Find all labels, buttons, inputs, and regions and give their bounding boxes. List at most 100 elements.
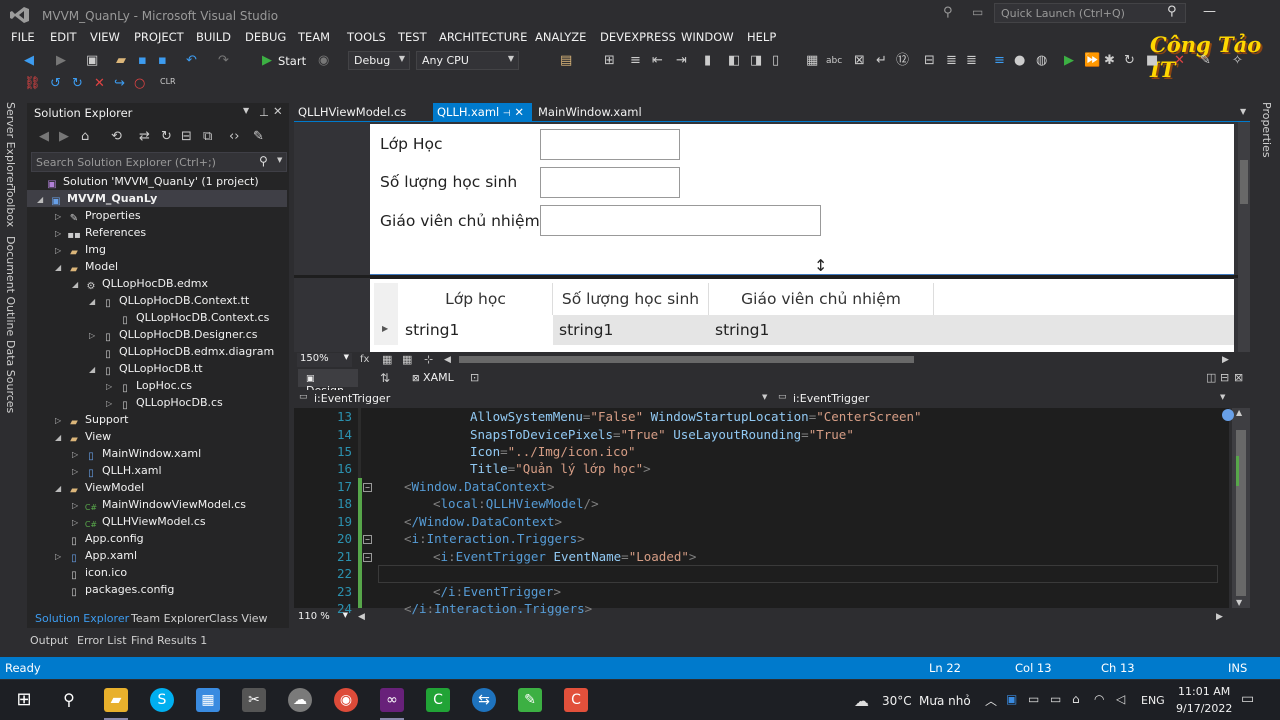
scroll-right-icon[interactable]: ▶ bbox=[1222, 352, 1229, 368]
properties-tab[interactable]: Properties bbox=[1260, 102, 1273, 158]
tools-icon[interactable]: ✎ bbox=[1200, 53, 1211, 69]
nav-left-dropdown[interactable]: i:EventTrigger bbox=[314, 392, 390, 405]
tab-solution-explorer[interactable]: Solution Explorer bbox=[35, 612, 129, 625]
attach-icon[interactable]: ◉ bbox=[318, 53, 329, 69]
menu-tools[interactable]: TOOLS bbox=[347, 30, 386, 44]
code-line[interactable]: <Window.DataContext> bbox=[404, 479, 555, 494]
fx-icon[interactable]: fx bbox=[360, 352, 369, 368]
nav-right-dropdown[interactable]: i:EventTrigger bbox=[793, 392, 869, 405]
code-line[interactable]: AllowSystemMenu="False" WindowStartupLoc… bbox=[470, 409, 922, 424]
tray-icon[interactable]: ▭ bbox=[1028, 692, 1039, 706]
designer-vscroll-thumb[interactable] bbox=[1240, 160, 1248, 204]
menu-devexpress[interactable]: DEVEXPRESS bbox=[600, 30, 676, 44]
step-over-icon[interactable]: ↻ bbox=[72, 76, 83, 92]
snipping-tool-icon[interactable]: ✂ bbox=[242, 688, 266, 712]
wifi-icon[interactable]: ◠ bbox=[1094, 692, 1104, 706]
tree-item-project[interactable]: ◢ ▣ MVVM_QuanLy bbox=[27, 190, 287, 207]
code-line[interactable]: Icon="../Img/icon.ico" bbox=[470, 444, 636, 459]
menu-architecture[interactable]: ARCHITECTURE bbox=[439, 30, 527, 44]
tab-qllh-xaml[interactable]: QLLH.xaml ⊣ ✕ bbox=[433, 103, 532, 122]
open-folder-icon[interactable]: ▰ bbox=[116, 53, 126, 69]
chevron-down-icon[interactable]: ▼ bbox=[762, 393, 767, 401]
tab-output[interactable]: Output bbox=[30, 634, 68, 647]
tree-item[interactable]: ▷ ▯ App.xaml bbox=[55, 547, 137, 564]
tree-item[interactable]: ▯ QLLopHocDB.Context.cs bbox=[106, 309, 269, 326]
data-sources-tab[interactable]: Data Sources bbox=[4, 340, 17, 413]
platform-dropdown[interactable]: Any CPU ▼ bbox=[416, 51, 519, 70]
align-left-icon[interactable]: ≡ bbox=[994, 53, 1005, 69]
refresh-icon[interactable]: ↻ bbox=[1124, 53, 1135, 69]
toolbox-icon[interactable]: ▦ bbox=[806, 53, 818, 69]
collapse-icon[interactable]: ⊟ bbox=[181, 129, 192, 145]
xaml-code-editor[interactable]: 13 AllowSystemMenu="False" WindowStartup… bbox=[294, 408, 1229, 616]
tree-item[interactable]: ◢ ▰ View bbox=[55, 428, 111, 445]
tree-item[interactable]: ▷ ▪▪ References bbox=[55, 224, 146, 241]
refresh-icon[interactable]: ↻ bbox=[161, 129, 172, 145]
recorder-icon[interactable]: C bbox=[564, 688, 588, 712]
document-outline-tab[interactable]: Document Outline bbox=[4, 236, 17, 336]
new-project-icon[interactable]: ▣ bbox=[86, 53, 98, 69]
toolbox-tab[interactable]: Toolbox bbox=[4, 186, 17, 227]
comment-icon[interactable]: ≣ bbox=[946, 53, 957, 69]
fold-icon[interactable]: − bbox=[363, 553, 372, 562]
step-out-icon[interactable]: ↪ bbox=[114, 76, 125, 92]
code-line[interactable]: <i:EventTrigger EventName="Loaded"> bbox=[433, 549, 696, 564]
grid-toggle-icon[interactable]: ▦ bbox=[382, 352, 392, 368]
grid-cell[interactable]: string1 bbox=[553, 315, 709, 345]
tree-item[interactable]: ▷ ▯ QLLopHocDB.Designer.cs bbox=[89, 326, 258, 343]
undo-icon[interactable]: ↶ bbox=[186, 53, 197, 69]
tab-qllhviewmodel[interactable]: QLLHViewModel.cs bbox=[294, 103, 410, 122]
teamviewer-icon[interactable]: ⇆ bbox=[472, 688, 496, 712]
notepad-icon[interactable]: ✎ bbox=[518, 688, 542, 712]
tab-mainwindow-xaml[interactable]: MainWindow.xaml bbox=[534, 103, 646, 122]
search-icon[interactable]: ⚲ bbox=[57, 688, 81, 712]
bug-icon[interactable]: ✱ bbox=[1104, 53, 1115, 69]
file-explorer-icon[interactable]: ▰ bbox=[104, 688, 128, 712]
tree-item[interactable]: ◢ ▰ ViewModel bbox=[55, 479, 144, 496]
designer-vscrollbar[interactable] bbox=[1238, 122, 1250, 352]
so-luong-textbox[interactable] bbox=[540, 167, 680, 198]
code-line[interactable]: Title="Quản lý lớp học"> bbox=[470, 461, 651, 476]
tree-item[interactable]: ▷ C# MainWindowViewModel.cs bbox=[72, 496, 246, 513]
chevron-down-icon[interactable]: ▼ bbox=[1240, 107, 1246, 116]
solution-search-input[interactable]: Search Solution Explorer (Ctrl+;) bbox=[31, 152, 287, 172]
grid-icon[interactable]: ⊠ bbox=[854, 53, 865, 69]
breakpoint-icon[interactable]: ✕ bbox=[94, 76, 105, 92]
search-icon[interactable]: ⚲ bbox=[259, 154, 268, 168]
gvcn-textbox[interactable] bbox=[540, 205, 821, 236]
pin-icon[interactable]: ⊥ bbox=[259, 105, 269, 119]
tree-item[interactable]: ▯ icon.ico bbox=[55, 564, 127, 581]
grid-cell[interactable]: string1 bbox=[399, 315, 553, 345]
menu-help[interactable]: HELP bbox=[747, 30, 776, 44]
indent-icon[interactable]: ⇥ bbox=[676, 53, 687, 69]
wrench-icon[interactable]: ✎ bbox=[253, 129, 264, 145]
prev-bookmark-icon[interactable]: ◧ bbox=[728, 53, 740, 69]
align-icon[interactable]: ≡ bbox=[630, 53, 641, 69]
tree-item[interactable]: ▯ QLLopHocDB.edmx.diagram bbox=[89, 343, 274, 360]
tree-item[interactable]: ▷ ▯ MainWindow.xaml bbox=[72, 445, 201, 462]
tree-item[interactable]: ▣ Solution 'MVVM_QuanLy' (1 project) bbox=[33, 173, 287, 190]
lop-hoc-textbox[interactable] bbox=[540, 129, 680, 160]
show-all-icon[interactable]: ⧉ bbox=[203, 129, 212, 145]
tree-item[interactable]: ▷ ▯ LopHoc.cs bbox=[106, 377, 192, 394]
back-icon[interactable]: ◀ bbox=[24, 53, 34, 69]
app-icon[interactable]: ☁ bbox=[288, 688, 312, 712]
feedback-icon[interactable]: ▭ bbox=[972, 5, 983, 19]
tree-item[interactable]: ▷ ▰ Support bbox=[55, 411, 128, 428]
tree-item[interactable]: ▷ ✎ Properties bbox=[55, 207, 141, 224]
chevron-down-icon[interactable]: ▼ bbox=[1220, 393, 1225, 401]
menu-team[interactable]: TEAM bbox=[298, 30, 330, 44]
menu-window[interactable]: WINDOW bbox=[681, 30, 734, 44]
tree-item[interactable]: ◢ ▯ QLLopHocDB.Context.tt bbox=[89, 292, 249, 309]
scroll-right-icon[interactable]: ▶ bbox=[1216, 612, 1223, 622]
menu-test[interactable]: TEST bbox=[398, 30, 427, 44]
menu-analyze[interactable]: ANALYZE bbox=[535, 30, 586, 44]
tree-item[interactable]: ◢ ▯ QLLopHocDB.tt bbox=[89, 360, 203, 377]
xaml-tab[interactable]: ⊠ XAML bbox=[412, 371, 454, 384]
save-icon[interactable]: ▪ bbox=[138, 53, 147, 69]
outdent-icon[interactable]: ⇤ bbox=[652, 53, 663, 69]
tree-item[interactable]: ▷ ▰ Img bbox=[55, 241, 106, 258]
calculator-icon[interactable]: ▦ bbox=[196, 688, 220, 712]
split-vertical-icon[interactable]: ◫ bbox=[1206, 370, 1216, 386]
close-red-icon[interactable]: ✕ bbox=[1174, 53, 1185, 69]
